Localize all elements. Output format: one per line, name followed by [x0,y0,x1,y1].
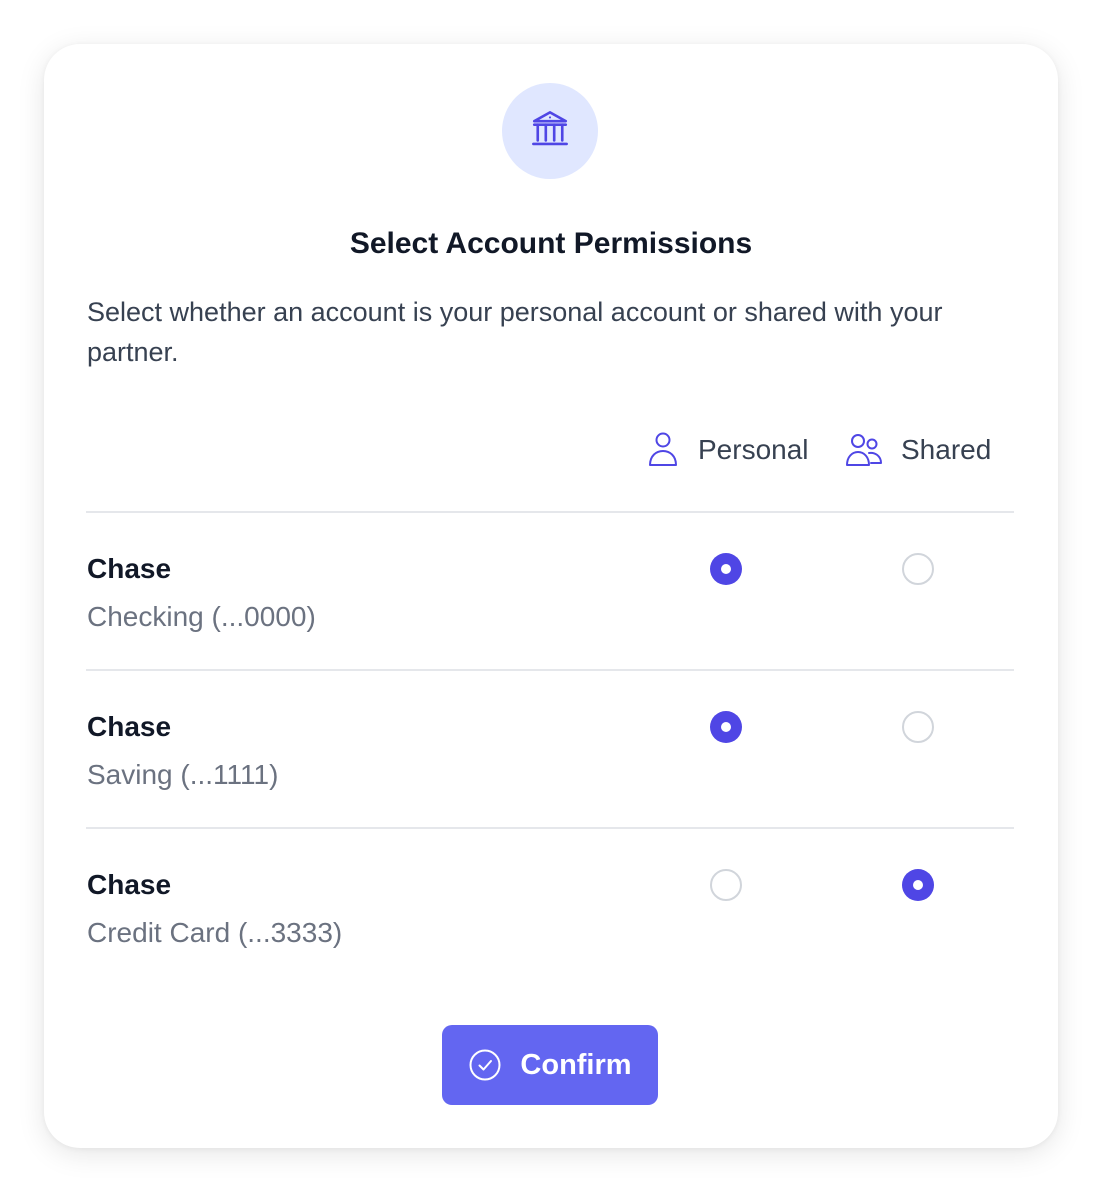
account-name: Saving (...1111) [87,759,279,790]
column-header-shared: Shared [845,430,991,470]
confirm-label: Confirm [520,1048,632,1081]
account-row: Chase Credit Card (...3333) [44,863,1058,1003]
account-row: Chase Checking (...0000) [44,547,1058,687]
check-circle-icon [468,1048,520,1082]
bank-icon [529,108,571,155]
personal-radio[interactable] [710,869,742,901]
confirm-button[interactable]: Confirm [442,1025,658,1105]
account-bank: Chase [87,553,172,584]
dialog-description: Select whether an account is your person… [87,297,943,367]
account-bank: Chase [87,711,172,742]
dialog-title: Select Account Permissions [349,227,753,260]
personal-radio[interactable] [710,711,742,743]
account-bank: Chase [87,869,172,900]
account-row: Chase Saving (...1111) [44,705,1058,845]
shared-radio[interactable] [902,711,934,743]
personal-radio[interactable] [710,553,742,585]
divider [86,669,1014,671]
column-header-personal: Personal [646,430,809,470]
users-icon [845,431,883,469]
account-name: Checking (...0000) [87,601,316,632]
user-icon [646,431,680,469]
column-label-shared: Shared [901,434,992,465]
shared-radio[interactable] [902,869,934,901]
column-label-personal: Personal [698,434,809,465]
shared-radio[interactable] [902,553,934,585]
bank-icon-badge [502,83,598,179]
account-permissions-dialog: Select Account Permissions Select whethe… [44,44,1058,1148]
account-name: Credit Card (...3333) [87,917,343,948]
divider [86,827,1014,829]
divider [86,511,1014,513]
